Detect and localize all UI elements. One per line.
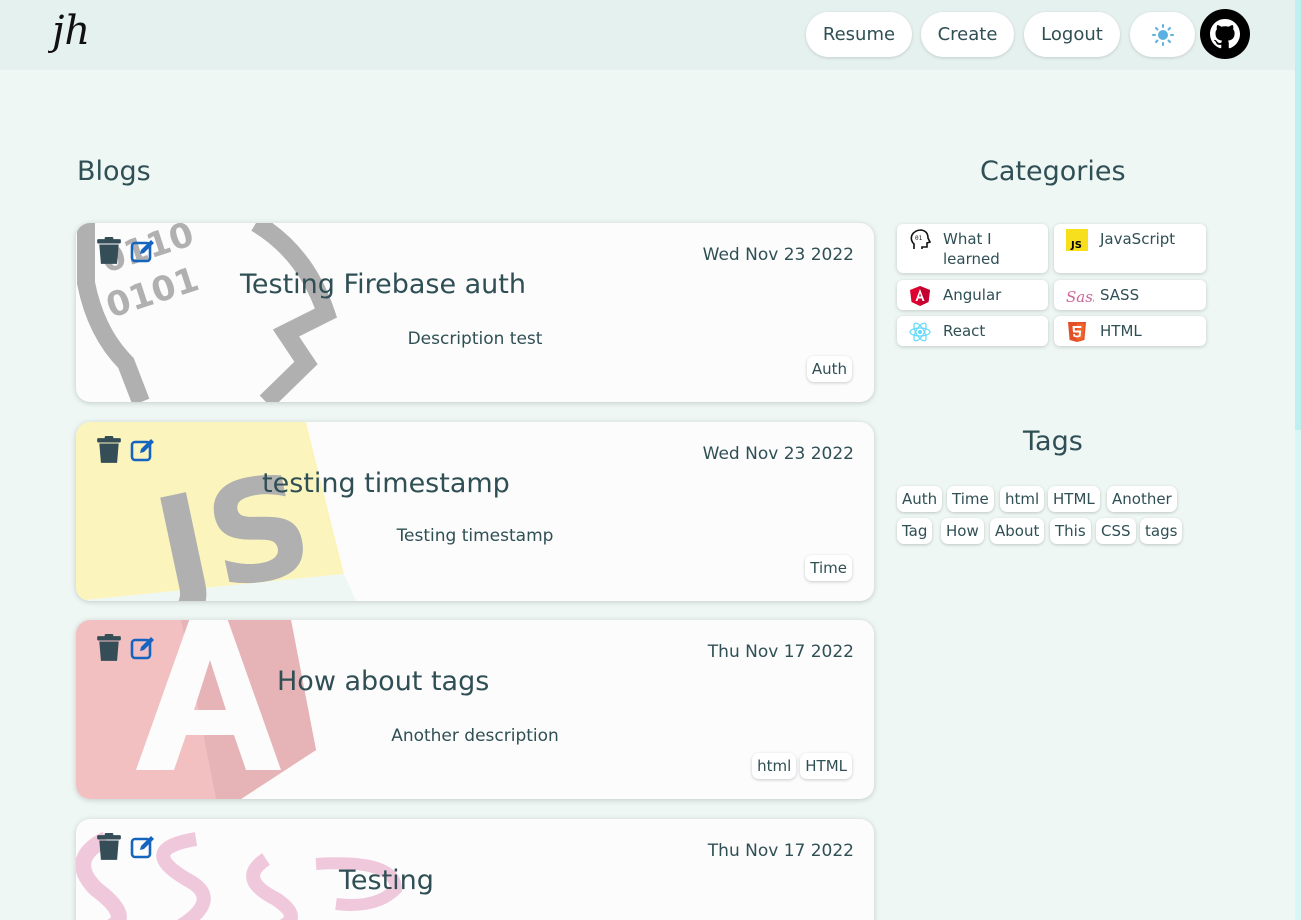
category-what-i-learned[interactable]: 01 What I learned	[897, 224, 1048, 273]
github-link[interactable]	[1200, 9, 1250, 59]
tag-html-upper[interactable]: HTML	[1048, 486, 1100, 512]
tag-about[interactable]: About	[990, 518, 1045, 544]
logo[interactable]: jh	[48, 6, 112, 54]
tag-pill[interactable]: Time	[805, 555, 852, 581]
category-label: HTML	[1100, 322, 1142, 340]
post-date: Thu Nov 17 2022	[707, 841, 854, 861]
angular-icon	[910, 286, 930, 306]
blog-card[interactable]: Thu Nov 17 2022 How about tags Another d…	[76, 620, 874, 799]
tag-tags[interactable]: tags	[1140, 518, 1183, 544]
tag-pill[interactable]: HTML	[800, 753, 852, 779]
tag-auth[interactable]: Auth	[897, 486, 943, 512]
html5-icon	[1068, 322, 1086, 342]
category-label: What I learned	[943, 230, 1000, 268]
create-button[interactable]: Create	[921, 12, 1014, 57]
tag-how[interactable]: How	[941, 518, 984, 544]
edit-icon[interactable]	[130, 634, 156, 662]
blogs-heading: Blogs	[77, 156, 151, 187]
tag-tag[interactable]: Tag	[897, 518, 933, 544]
tags-heading: Tags	[1023, 426, 1083, 457]
category-sass[interactable]: Sass SASS	[1054, 280, 1206, 310]
tag-another[interactable]: Another	[1107, 486, 1177, 512]
post-title[interactable]: Testing	[339, 865, 434, 896]
post-description: Testing timestamp	[396, 526, 554, 546]
trash-icon[interactable]	[96, 634, 122, 662]
category-html[interactable]: HTML	[1054, 316, 1206, 346]
blog-card[interactable]: JS Wed Nov 23 2022 testing timestamp Tes…	[76, 422, 874, 601]
svg-text:jh: jh	[48, 8, 90, 54]
post-date: Thu Nov 17 2022	[707, 642, 854, 662]
tag-this[interactable]: This	[1050, 518, 1091, 544]
page-scrollbar[interactable]	[1295, 0, 1301, 920]
trash-icon[interactable]	[96, 833, 122, 861]
edit-icon[interactable]	[130, 237, 156, 265]
theme-toggle-button[interactable]	[1130, 12, 1195, 57]
react-icon	[909, 322, 931, 342]
blog-card[interactable]: 0110 0101 Wed Nov 23 2022 Testing Fireba…	[76, 223, 874, 402]
sun-icon	[1151, 23, 1174, 46]
category-react[interactable]: React	[897, 316, 1048, 346]
tag-pill[interactable]: Auth	[806, 356, 852, 382]
category-javascript[interactable]: JS JavaScript	[1054, 224, 1206, 273]
blog-card[interactable]: Thu Nov 17 2022 Testing	[76, 819, 874, 920]
category-label: JavaScript	[1100, 230, 1176, 248]
categories-heading: Categories	[980, 156, 1126, 187]
top-nav-bar: jh Resume Create Logout	[0, 0, 1295, 70]
post-title[interactable]: testing timestamp	[262, 468, 510, 499]
brain-head-icon: 01	[910, 229, 931, 249]
svg-text:Sass: Sass	[1066, 288, 1094, 306]
category-label: Angular	[943, 286, 1002, 304]
category-label: React	[943, 322, 986, 340]
tag-css[interactable]: CSS	[1096, 518, 1136, 544]
edit-icon[interactable]	[130, 436, 156, 464]
post-tags: html HTML	[752, 753, 852, 779]
trash-icon[interactable]	[96, 237, 122, 265]
trash-icon[interactable]	[96, 436, 122, 464]
javascript-icon: JS	[1066, 229, 1088, 251]
resume-button[interactable]: Resume	[806, 12, 912, 57]
post-tags: Auth	[806, 356, 852, 382]
sass-icon: Sass	[1066, 288, 1094, 306]
post-title[interactable]: How about tags	[277, 666, 489, 697]
category-angular[interactable]: Angular	[897, 280, 1048, 310]
tag-html[interactable]: html	[1000, 486, 1045, 512]
tag-pill[interactable]: html	[752, 753, 797, 779]
post-description: Description test	[407, 329, 543, 349]
post-date: Wed Nov 23 2022	[702, 444, 854, 464]
post-tags: Time	[805, 555, 852, 581]
post-title[interactable]: Testing Firebase auth	[240, 269, 526, 300]
svg-text:01: 01	[915, 235, 923, 242]
tag-time[interactable]: Time	[947, 486, 994, 512]
github-icon	[1210, 19, 1240, 49]
logout-button[interactable]: Logout	[1024, 12, 1120, 57]
svg-text:JS: JS	[1070, 240, 1082, 251]
category-label: SASS	[1100, 286, 1140, 304]
edit-icon[interactable]	[130, 833, 156, 861]
post-description: Another description	[391, 726, 559, 746]
post-date: Wed Nov 23 2022	[702, 245, 854, 265]
scrollbar-thumb[interactable]	[1295, 0, 1301, 430]
